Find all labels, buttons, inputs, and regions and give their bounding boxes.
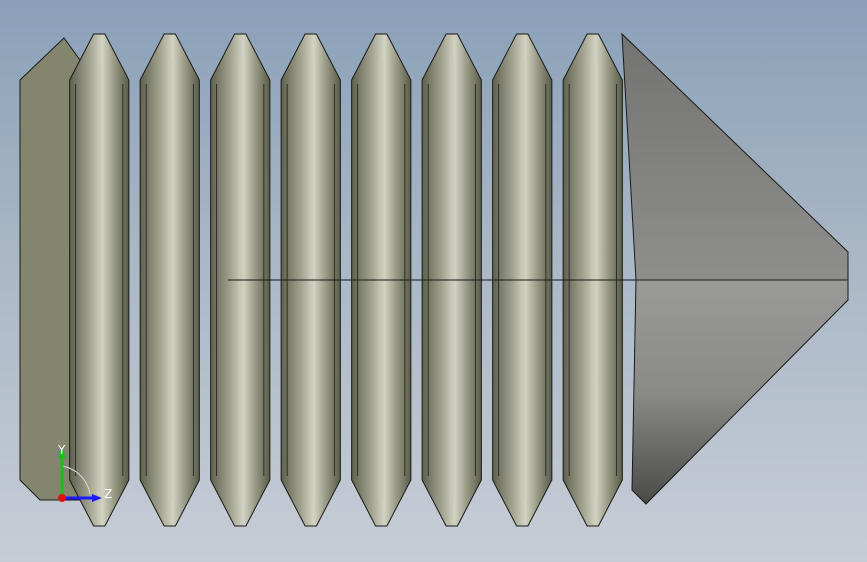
- x-axis-dot: [58, 494, 66, 502]
- z-axis-label: Z: [104, 487, 112, 501]
- thread-crest-highlight: [168, 60, 173, 500]
- screw-model[interactable]: [0, 0, 867, 562]
- triad-arc: [61, 465, 91, 495]
- thread-crest-highlight: [97, 60, 102, 500]
- y-axis-label: Y: [57, 443, 66, 457]
- xyz-axis-triad-icon: Y Z: [57, 443, 112, 502]
- cone-point[interactable]: [621, 32, 849, 505]
- graphics-viewport[interactable]: Y Z: [0, 0, 867, 562]
- z-axis-head: [92, 494, 102, 502]
